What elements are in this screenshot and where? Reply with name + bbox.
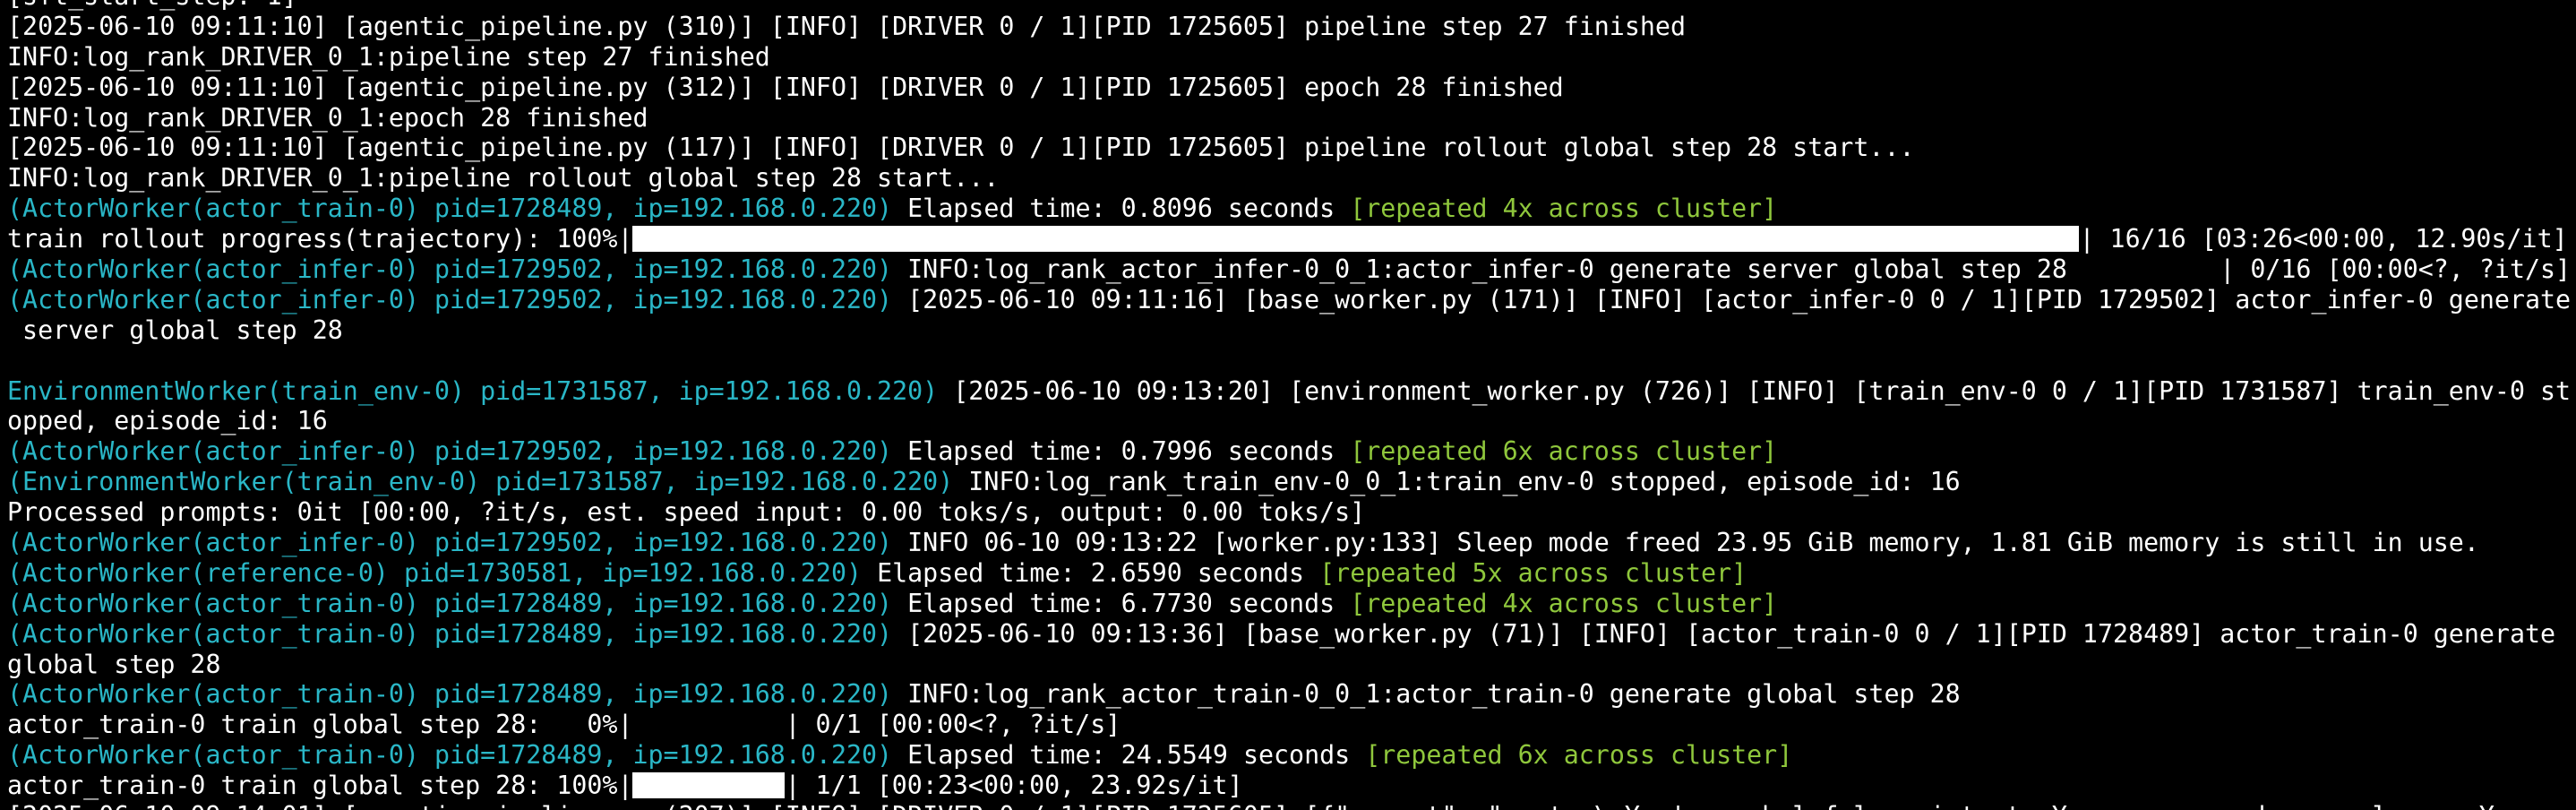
terminal-line: INFO:log_rank_DRIVER_0_1:pipeline rollou… xyxy=(7,163,2576,194)
log-text: INFO:log_rank_train_env-0_0_1:train_env-… xyxy=(953,467,1961,497)
log-text: Elapsed time: 2.6590 seconds xyxy=(862,557,1320,588)
worker-prefix: (ActorWorker(actor_train-0) pid=1728489,… xyxy=(7,194,893,224)
terminal-line: [2025-06-10 09:11:10] [agentic_pipeline.… xyxy=(7,133,2576,163)
terminal-line: (ActorWorker(actor_infer-0) pid=1729502,… xyxy=(7,285,2576,315)
repeated-note: [repeated 4x across cluster] xyxy=(1350,194,1778,224)
terminal-line: (ActorWorker(reference-0) pid=1730581, i… xyxy=(7,558,2576,589)
terminal-line: [2025-06-10 09:11:10] [agentic_pipeline.… xyxy=(7,12,2576,42)
terminal-line: (EnvironmentWorker(train_env-0) pid=1731… xyxy=(7,467,2576,497)
terminal-line: (ActorWorker(actor_train-0) pid=1728489,… xyxy=(7,740,2576,771)
log-text: INFO:log_rank_actor_train-0_0_1:actor_tr… xyxy=(892,679,1961,710)
log-text: [2025-06-10 09:13:36] [base_worker.py (7… xyxy=(892,618,2556,649)
log-text: train rollout progress(trajectory): 100%… xyxy=(7,224,633,254)
repeated-note: [repeated 5x across cluster] xyxy=(1319,557,1747,588)
log-text: | 1/1 [00:23<00:00, 23.92s/it] xyxy=(785,771,1243,801)
log-text: Elapsed time: 0.7996 seconds xyxy=(892,436,1351,467)
log-text: INFO:log_rank_DRIVER_0_1:pipeline step 2… xyxy=(7,41,770,72)
log-text: Elapsed time: 6.7730 seconds xyxy=(892,588,1351,618)
log-text: | 16/16 [03:26<00:00, 12.90s/it] xyxy=(2079,224,2568,254)
terminal-line: Processed prompts: 0it [00:00, ?it/s, es… xyxy=(7,497,2576,528)
terminal-line: INFO:log_rank_DRIVER_0_1:pipeline step 2… xyxy=(7,42,2576,73)
terminal-line: (ActorWorker(actor_train-0) pid=1728489,… xyxy=(7,619,2576,650)
log-text: [2025-06-10 09:13:20] [environment_worke… xyxy=(938,375,2572,406)
terminal-line: (ActorWorker(actor_train-0) pid=1728489,… xyxy=(7,194,2576,224)
log-text: INFO:log_rank_DRIVER_0_1:pipeline rollou… xyxy=(7,163,1000,194)
log-text: [sft_start_step: 1] xyxy=(7,0,297,11)
log-text: [2025-06-10 09:14:01] [agentic_pipeline.… xyxy=(7,801,2510,810)
log-text: actor_train-0 train global step 28: 100%… xyxy=(7,771,633,801)
worker-prefix: (ActorWorker(actor_train-0) pid=1728489,… xyxy=(7,618,893,649)
terminal-line: ( xyxy=(7,346,2576,376)
log-text: [2025-06-10 09:11:10] [agentic_pipeline.… xyxy=(7,133,1915,163)
terminal-output[interactable]: [sft_start_step: 1][2025-06-10 09:11:10]… xyxy=(0,0,2576,810)
worker-prefix: (ActorWorker(actor_infer-0) pid=1729502,… xyxy=(7,284,893,315)
log-text: [2025-06-10 09:11:10] [agentic_pipeline.… xyxy=(7,11,1686,41)
progress-bar-fill xyxy=(632,772,786,799)
log-text: INFO:log_rank_actor_infer-0_0_1:actor_in… xyxy=(892,254,2572,285)
terminal-line: (ActorWorker(actor_infer-0) pid=1729502,… xyxy=(7,528,2576,558)
repeated-note: [repeated 6x across cluster] xyxy=(1350,436,1778,467)
worker-prefix: ( xyxy=(7,346,2576,375)
log-text: INFO:log_rank_DRIVER_0_1:epoch 28 finish… xyxy=(7,102,648,133)
log-text: opped, episode_id: 16 xyxy=(7,406,328,436)
log-text: [2025-06-10 09:11:16] [base_worker.py (1… xyxy=(892,284,2572,315)
worker-prefix: (ActorWorker(actor_train-0) pid=1728489,… xyxy=(7,679,893,710)
terminal-line: actor_train-0 train global step 28: 100%… xyxy=(7,771,2576,801)
log-text: Elapsed time: 24.5549 seconds xyxy=(892,740,1366,771)
progress-bar-fill xyxy=(632,711,785,737)
terminal-line: actor_train-0 train global step 28: 0%| |… xyxy=(7,710,2576,740)
terminal-line: (ActorWorker(actor_infer-0) pid=1729502,… xyxy=(7,436,2576,467)
terminal-line: (ActorWorker(actor_infer-0) pid=1729502,… xyxy=(7,254,2576,285)
worker-prefix: (ActorWorker(actor_infer-0) pid=1729502,… xyxy=(7,254,893,285)
log-text: [2025-06-10 09:11:10] [agentic_pipeline.… xyxy=(7,72,1564,102)
repeated-note: [repeated 4x across cluster] xyxy=(1350,588,1778,618)
terminal-line: server global step 28 xyxy=(7,315,2576,346)
repeated-note: [repeated 6x across cluster] xyxy=(1365,740,1793,771)
terminal-line: global step 28 xyxy=(7,650,2576,680)
worker-prefix: (ActorWorker(actor_train-0) pid=1728489,… xyxy=(7,588,893,618)
terminal-line: [2025-06-10 09:11:10] [agentic_pipeline.… xyxy=(7,73,2576,103)
log-text: actor_train-0 train global step 28: 0%| xyxy=(7,710,633,740)
log-text: INFO 06-10 09:13:22 [worker.py:133] Slee… xyxy=(892,528,2479,558)
terminal-line: EnvironmentWorker(train_env-0) pid=17315… xyxy=(7,376,2576,407)
terminal-line: (ActorWorker(actor_train-0) pid=1728489,… xyxy=(7,679,2576,710)
progress-bar-fill xyxy=(632,226,2080,253)
log-text: Processed prompts: 0it [00:00, ?it/s, es… xyxy=(7,497,1366,528)
terminal-line: (ActorWorker(actor_train-0) pid=1728489,… xyxy=(7,589,2576,619)
log-text: global step 28 xyxy=(7,649,221,679)
worker-prefix: (ActorWorker(actor_infer-0) pid=1729502,… xyxy=(7,436,893,467)
worker-prefix: (ActorWorker(actor_infer-0) pid=1729502,… xyxy=(7,528,893,558)
worker-prefix: (ActorWorker(reference-0) pid=1730581, i… xyxy=(7,557,863,588)
terminal-line: train rollout progress(trajectory): 100%… xyxy=(7,224,2576,254)
log-text: | 0/1 [00:00<?, ?it/s] xyxy=(785,710,1121,740)
terminal-line: [2025-06-10 09:14:01] [agentic_pipeline.… xyxy=(7,801,2576,810)
worker-prefix: (EnvironmentWorker(train_env-0) pid=1731… xyxy=(7,467,954,497)
worker-prefix: EnvironmentWorker(train_env-0) pid=17315… xyxy=(7,375,939,406)
terminal-line: INFO:log_rank_DRIVER_0_1:epoch 28 finish… xyxy=(7,103,2576,134)
terminal-line: [sft_start_step: 1] xyxy=(7,0,2576,12)
terminal-line: opped, episode_id: 16 xyxy=(7,406,2576,436)
log-text: Elapsed time: 0.8096 seconds xyxy=(892,194,1351,224)
log-text: server global step 28 xyxy=(7,315,343,345)
worker-prefix: (ActorWorker(actor_train-0) pid=1728489,… xyxy=(7,740,893,771)
